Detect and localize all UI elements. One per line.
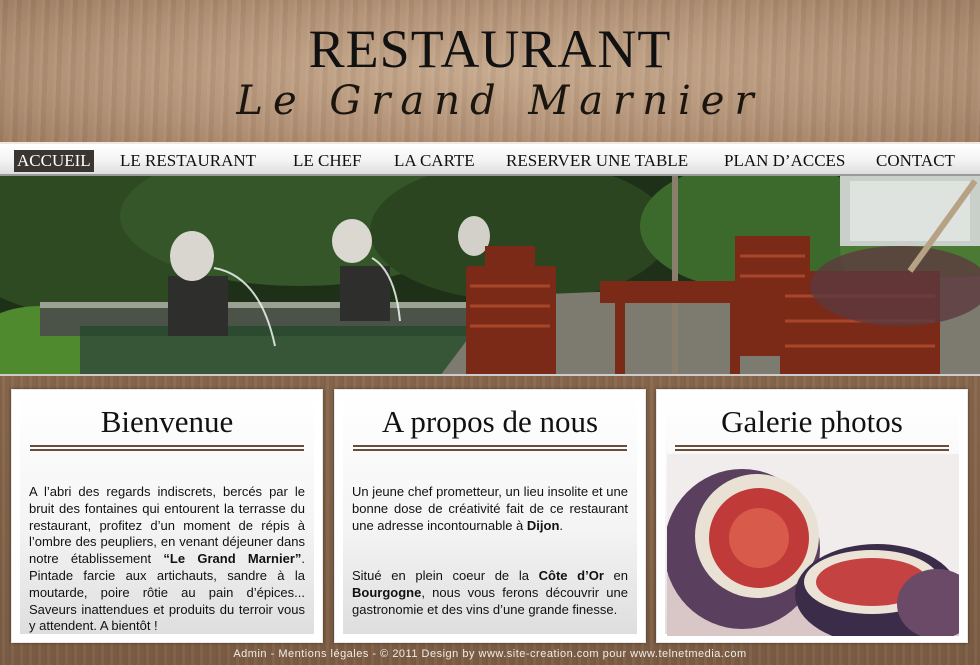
title-divider [675, 445, 949, 451]
gallery-title: Galerie photos [721, 404, 903, 439]
site-title: RESTAURANT [308, 19, 672, 79]
nav-item-contact[interactable]: CONTACT [876, 150, 955, 172]
terrace-illustration [0, 176, 980, 374]
about-title: A propos de nous [381, 404, 599, 439]
welcome-panel: Bienvenue A l’abri des regards indiscret… [11, 389, 323, 643]
nav-item-le-chef[interactable]: LE CHEF [293, 150, 361, 172]
gallery-panel: Galerie photos [656, 389, 968, 643]
nav-item-plan-acces[interactable]: PLAN D’ACCES [724, 150, 845, 172]
footer-separator: - [368, 648, 381, 660]
admin-link[interactable]: Admin [233, 648, 267, 660]
about-panel: A propos de nous Un jeune chef prometteu… [334, 389, 646, 643]
site-header: RESTAURANT Le Grand Marnier [0, 0, 980, 142]
figs-photo[interactable] [667, 454, 959, 636]
footer-credit[interactable]: © 2011 Design by www.site-creation.com p… [380, 648, 747, 660]
legal-link[interactable]: Mentions légales [278, 648, 369, 660]
title-divider [30, 445, 304, 451]
terrace-banner-image [0, 176, 980, 376]
about-text-part: . [559, 517, 564, 533]
about-paragraph-2: Situé en plein coeur de la Côte d’Or en … [352, 568, 628, 618]
welcome-title: Bienvenue [100, 404, 234, 439]
nav-item-le-restaurant[interactable]: LE RESTAURANT [120, 150, 256, 172]
gallery-panel-body: Galerie photos [665, 398, 959, 636]
about-text-part: Un jeune chef prometteur, un lieu insoli… [352, 484, 628, 533]
restaurant-name-bold: “Le Grand Marnier” [163, 551, 302, 567]
site-subtitle: Le Grand Marnier [236, 78, 764, 124]
nav-item-accueil[interactable]: ACCUEIL [14, 150, 94, 172]
welcome-panel-body: Bienvenue A l’abri des regards indiscret… [20, 398, 314, 634]
city-bold: Dijon [526, 517, 560, 533]
welcome-text: A l’abri des regards indiscrets, bercés … [29, 484, 305, 635]
footer-separator: - [267, 648, 279, 660]
site-footer: Admin - Mentions légales - © 2011 Design… [0, 648, 980, 660]
nav-item-reserver[interactable]: RESERVER UNE TABLE [506, 150, 688, 172]
about-paragraph-1: Un jeune chef prometteur, un lieu insoli… [352, 484, 628, 534]
about-text-part: en [603, 568, 629, 583]
main-nav: ACCUEIL LE RESTAURANT LE CHEF LA CARTE R… [0, 142, 980, 176]
title-divider [353, 445, 627, 451]
region-bold: Côte d’Or [538, 568, 604, 583]
nav-item-la-carte[interactable]: LA CARTE [394, 150, 475, 172]
about-panel-body: A propos de nous Un jeune chef prometteu… [343, 398, 637, 634]
about-text-part: Situé en plein coeur de la [352, 568, 539, 583]
region-bold: Bourgogne [352, 584, 422, 600]
